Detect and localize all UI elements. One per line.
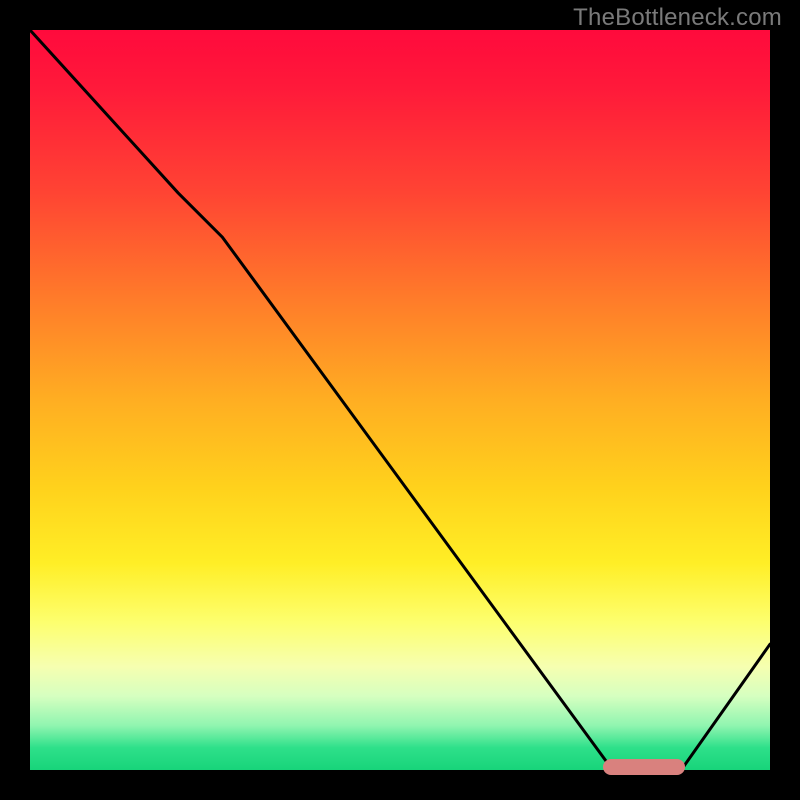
chart-frame bbox=[30, 30, 770, 770]
watermark-text: TheBottleneck.com bbox=[573, 4, 782, 32]
optimal-range-marker bbox=[603, 759, 685, 775]
gradient-background bbox=[30, 30, 770, 770]
